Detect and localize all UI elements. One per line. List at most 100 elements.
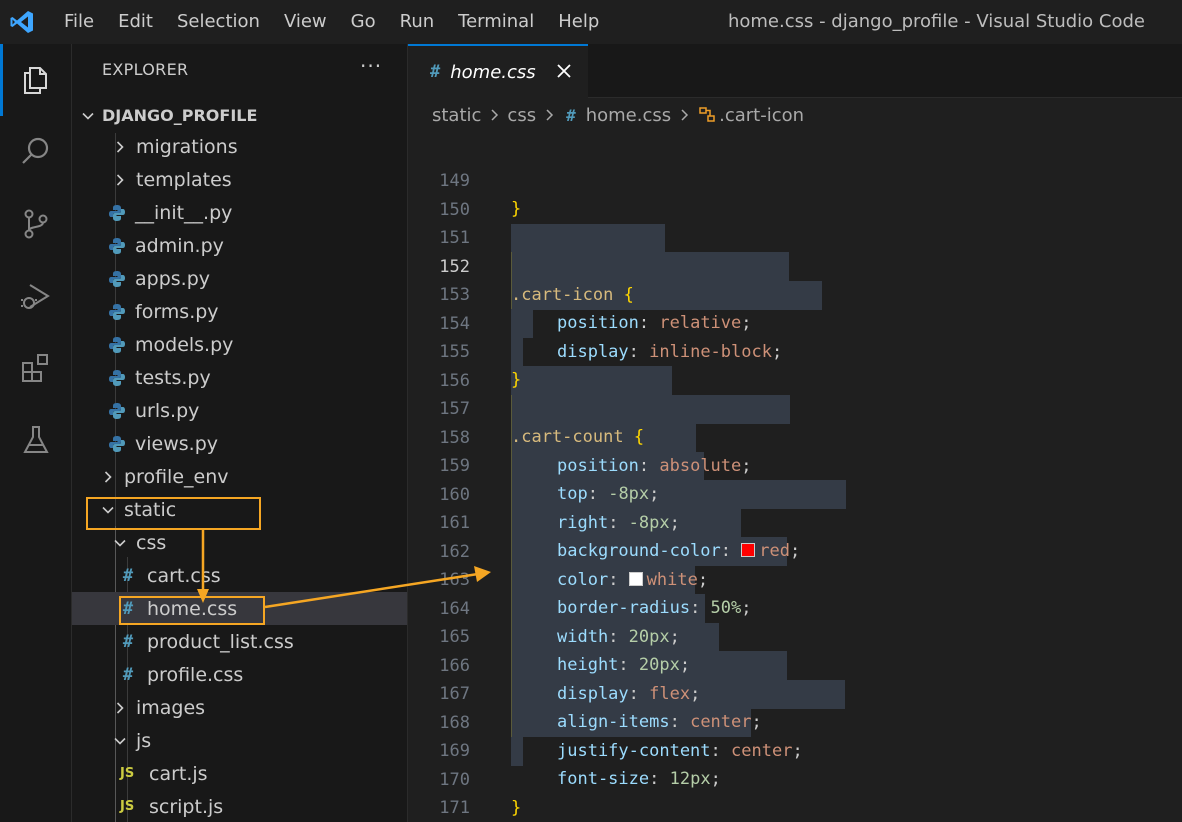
tree-root-label: DJANGO_PROFILE — [102, 106, 258, 125]
tree-item-admin-py[interactable]: admin.py — [72, 229, 407, 262]
menu-run[interactable]: Run — [388, 0, 447, 44]
code-line: 161 background-color: red; — [439, 512, 801, 562]
code-line: 156 — [439, 370, 470, 391]
menu-edit[interactable]: Edit — [106, 0, 165, 44]
tree-item-label: urls.py — [135, 399, 200, 422]
css-file-icon: # — [430, 62, 441, 82]
css-file-icon: # — [122, 565, 134, 586]
tree-item-js[interactable]: js — [72, 724, 407, 757]
breadcrumb-css[interactable]: css — [507, 105, 536, 126]
tree-item-label: cart.css — [147, 564, 221, 587]
tree-item-migrations[interactable]: migrations — [72, 130, 407, 163]
code-line: 155 } — [439, 341, 522, 391]
explorer-sidebar: EXPLORER ··· DJANGO_PROFILE migrations t… — [72, 44, 408, 822]
tree-item-forms-py[interactable]: forms.py — [72, 295, 407, 328]
tree-item-tests-py[interactable]: tests.py — [72, 361, 407, 394]
menu-help[interactable]: Help — [546, 0, 611, 44]
chevron-right-icon — [546, 109, 554, 121]
code-line: 170 } — [439, 769, 522, 819]
tree-item-label: migrations — [136, 135, 238, 158]
tree-item-label: models.py — [135, 333, 234, 356]
code-line: 167 align-items: center; — [439, 683, 762, 733]
code-line: 149 } — [439, 170, 522, 220]
title-bar: File Edit Selection View Go Run Terminal… — [0, 0, 1182, 44]
python-file-icon — [109, 402, 125, 419]
tree-item-label: product_list.css — [147, 630, 294, 653]
code-line: 152 .cart-icon { — [439, 256, 634, 306]
tree-item-apps-py[interactable]: apps.py — [72, 262, 407, 295]
tree-item-home-css[interactable]: # home.css — [72, 592, 407, 625]
python-file-icon — [109, 369, 125, 386]
chevron-right-icon — [116, 140, 124, 153]
tree-item-label: __init__.py — [135, 201, 233, 224]
code-line: 165 height: 20px; — [439, 626, 691, 676]
css-file-icon: # — [122, 631, 134, 652]
tree-item-script-js[interactable]: JS script.js — [72, 790, 407, 822]
breadcrumb-static[interactable]: static — [432, 105, 481, 126]
tree-item-label: cart.js — [149, 762, 208, 785]
menu-view[interactable]: View — [272, 0, 339, 44]
tree-item-label: home.css — [147, 597, 238, 620]
python-file-icon — [109, 204, 125, 221]
tree-item-label: script.js — [149, 795, 224, 818]
tree-item-product-list-css[interactable]: # product_list.css — [72, 625, 407, 658]
code-line: 166 display: flex; — [439, 655, 701, 705]
code-editor[interactable]: 149 } 150 151 152 .cart-icon { 153 posit… — [408, 132, 1182, 822]
breadcrumb-cart-icon[interactable]: .cart-icon — [719, 105, 804, 126]
tree-item-label: profile_env — [124, 465, 229, 488]
tree-item-models-py[interactable]: models.py — [72, 328, 407, 361]
menu-go[interactable]: Go — [339, 0, 388, 44]
tree-item-label: js — [136, 729, 152, 752]
tree-item-css[interactable]: css — [72, 526, 407, 559]
activity-bar — [0, 44, 72, 822]
code-line: 162 color: white; — [439, 541, 709, 591]
css-file-icon: # — [122, 598, 134, 619]
menu-terminal[interactable]: Terminal — [446, 0, 546, 44]
tree-item-label: forms.py — [135, 300, 219, 323]
tree-item-cart-js[interactable]: JS cart.js — [72, 757, 407, 790]
tree-item-templates[interactable]: templates — [72, 163, 407, 196]
code-line: 150 — [439, 199, 470, 220]
tree-item-label: admin.py — [135, 234, 224, 257]
tree-item-label: views.py — [135, 432, 218, 455]
tree-item-label: profile.css — [147, 663, 244, 686]
tree-root-django-profile[interactable]: DJANGO_PROFILE — [72, 99, 407, 132]
source-control-icon[interactable] — [0, 188, 72, 260]
breadcrumb: static css # home.css .cart-icon — [408, 98, 1182, 132]
tab-home-css[interactable]: # home.css — [408, 44, 588, 98]
run-debug-icon[interactable] — [0, 260, 72, 332]
code-line: 153 position: relative; — [439, 284, 752, 334]
chevron-right-icon — [104, 470, 112, 483]
menu-selection[interactable]: Selection — [165, 0, 272, 44]
extensions-icon[interactable] — [0, 332, 72, 404]
chevron-down-icon — [114, 539, 126, 547]
tree-item-profile-env[interactable]: profile_env — [72, 460, 407, 493]
python-file-icon — [109, 303, 125, 320]
code-line: 164 width: 20px; — [439, 598, 680, 648]
chevron-right-icon — [116, 173, 124, 186]
python-file-icon — [109, 336, 125, 353]
code-line: 163 border-radius: 50%; — [439, 569, 752, 619]
tree-item-profile-css[interactable]: # profile.css — [72, 658, 407, 691]
tree-item-init-py[interactable]: __init__.py — [72, 196, 407, 229]
explorer-icon[interactable] — [0, 44, 72, 116]
tree-item-views-py[interactable]: views.py — [72, 427, 407, 460]
tree-item-urls-py[interactable]: urls.py — [72, 394, 407, 427]
more-actions-icon[interactable]: ··· — [360, 54, 382, 78]
close-icon[interactable] — [554, 61, 574, 81]
tree-item-label: css — [136, 531, 167, 554]
code-line: 160 right: -8px; — [439, 484, 680, 534]
search-icon[interactable] — [0, 116, 72, 188]
python-file-icon — [109, 270, 125, 287]
tree-item-static[interactable]: static — [72, 493, 407, 526]
js-file-icon: JS — [120, 799, 135, 814]
tree-item-images[interactable]: images — [72, 691, 407, 724]
menu-file[interactable]: File — [44, 0, 106, 44]
symbol-class-icon — [699, 107, 715, 122]
css-file-icon: # — [566, 105, 576, 125]
chevron-right-icon — [491, 109, 499, 121]
chevron-right-icon — [116, 701, 124, 714]
breadcrumb-home-css[interactable]: home.css — [586, 105, 671, 126]
tree-item-cart-css[interactable]: # cart.css — [72, 559, 407, 592]
testing-icon[interactable] — [0, 404, 72, 476]
